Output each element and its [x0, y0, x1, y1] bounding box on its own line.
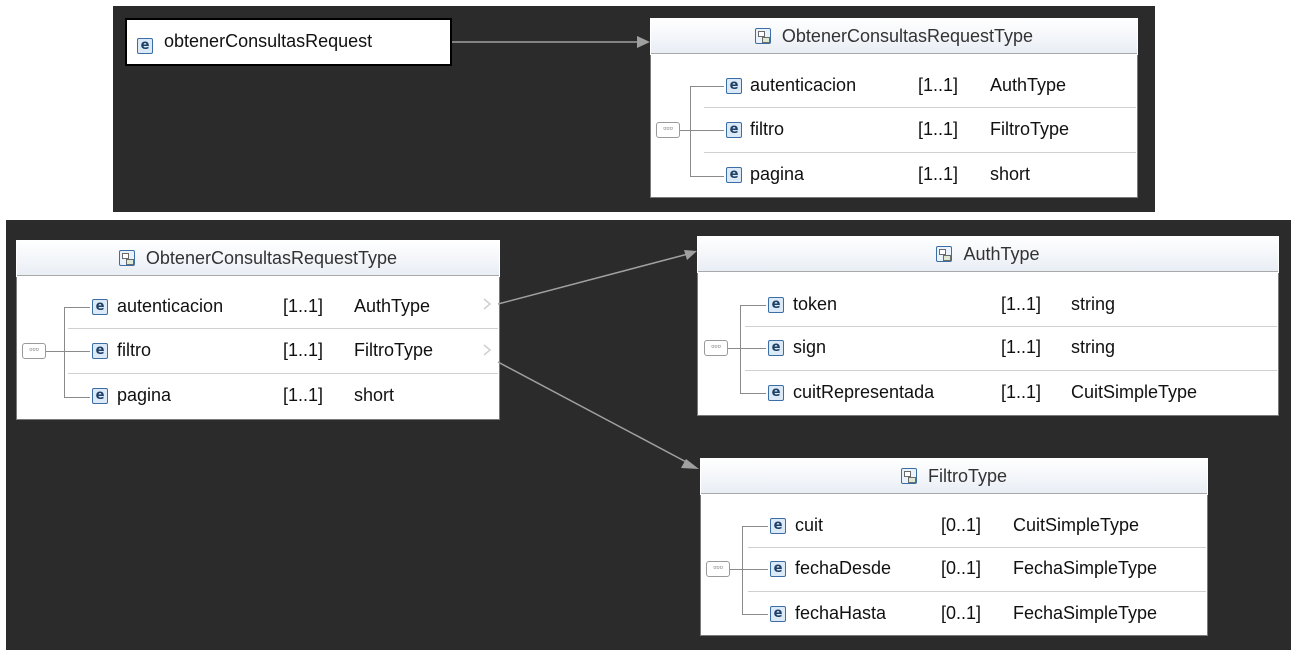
expand-chevron: [483, 344, 492, 356]
expand-chevron: [483, 298, 492, 310]
connector-arrows: [452, 36, 699, 469]
arrow-autenticacion-to-authtype: [497, 253, 689, 305]
arrow-filtro-to-filtrotype: [497, 361, 691, 465]
arrowhead: [684, 250, 697, 260]
arrowhead: [637, 36, 650, 48]
